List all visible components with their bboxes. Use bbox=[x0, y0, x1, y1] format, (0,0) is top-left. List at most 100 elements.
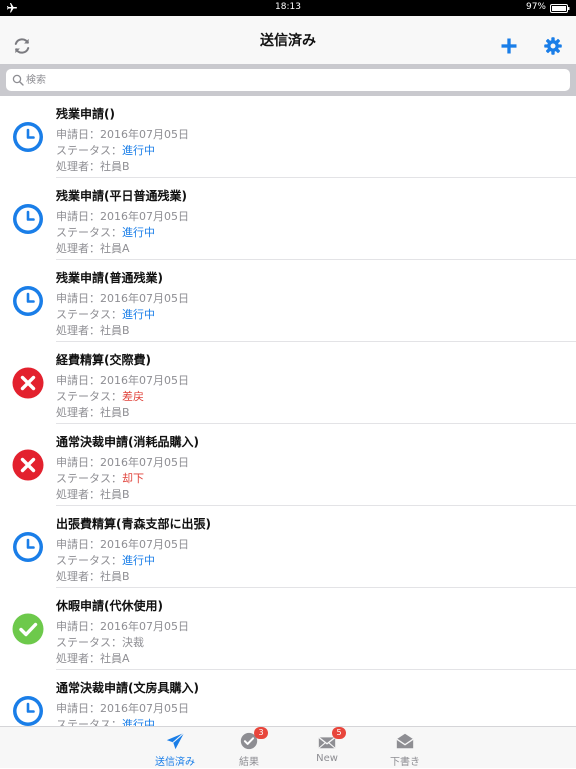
item-date: 申請日：2016年07月05日 bbox=[56, 618, 189, 634]
date-value: 2016年07月05日 bbox=[100, 128, 189, 141]
handler-label: 処理者： bbox=[56, 242, 100, 255]
status-time: 18:13 bbox=[275, 2, 301, 12]
date-value: 2016年07月05日 bbox=[100, 374, 189, 387]
handler-label: 処理者： bbox=[56, 324, 100, 337]
status-value: 却下 bbox=[122, 472, 144, 485]
date-label: 申請日： bbox=[56, 702, 100, 715]
handler-label: 処理者： bbox=[56, 570, 100, 583]
status-label: ステータス： bbox=[56, 226, 122, 239]
list-item[interactable]: 残業申請() 申請日：2016年07月05日 ステータス：進行中 処理者：社員B bbox=[0, 96, 576, 178]
clock-icon bbox=[13, 532, 43, 562]
item-handler: 処理者：社員B bbox=[56, 322, 130, 338]
rejected-x-icon bbox=[12, 449, 44, 481]
search-box[interactable] bbox=[6, 69, 570, 91]
item-date: 申請日：2016年07月05日 bbox=[56, 290, 189, 306]
date-value: 2016年07月05日 bbox=[100, 620, 189, 633]
item-status: ステータス：進行中 bbox=[56, 224, 155, 240]
status-value: 進行中 bbox=[122, 144, 155, 157]
tab-label: 送信済み bbox=[155, 757, 195, 768]
item-status: ステータス：進行中 bbox=[56, 306, 155, 322]
item-date: 申請日：2016年07月05日 bbox=[56, 700, 189, 716]
item-title: 通常決裁申請(文房具購入) bbox=[56, 681, 199, 695]
handler-label: 処理者： bbox=[56, 652, 100, 665]
item-handler: 処理者：社員A bbox=[56, 240, 130, 256]
handler-value: 社員B bbox=[100, 570, 130, 583]
item-handler: 処理者：社員B bbox=[56, 404, 130, 420]
date-value: 2016年07月05日 bbox=[100, 538, 189, 551]
clock-icon bbox=[13, 204, 43, 234]
item-handler: 処理者：社員B bbox=[56, 486, 130, 502]
results-badge: 3 bbox=[254, 727, 268, 739]
item-handler: 処理者：社員A bbox=[56, 650, 130, 666]
item-status: ステータス：進行中 bbox=[56, 142, 155, 158]
status-label: ステータス： bbox=[56, 718, 122, 726]
date-label: 申請日： bbox=[56, 456, 100, 469]
tab-sent[interactable]: 送信済み bbox=[140, 727, 210, 769]
item-date: 申請日：2016年07月05日 bbox=[56, 208, 189, 224]
list-item[interactable]: 残業申請(普通残業) 申請日：2016年07月05日 ステータス：進行中 処理者：社員… bbox=[0, 260, 576, 342]
item-date: 申請日：2016年07月05日 bbox=[56, 536, 189, 552]
item-title: 出張費精算(青森支部に出張) bbox=[56, 517, 211, 531]
sent-requests-list: 残業申請() 申請日：2016年07月05日 ステータス：進行中 処理者：社員B 残業申… bbox=[0, 96, 576, 726]
date-value: 2016年07月05日 bbox=[100, 210, 189, 223]
clock-icon bbox=[13, 286, 43, 316]
navigation-bar: 送信済み bbox=[0, 16, 576, 64]
status-label: ステータス： bbox=[56, 308, 122, 321]
list-item[interactable]: 通常決裁申請(消耗品購入) 申請日：2016年07月05日 ステータス：却下 処理者：… bbox=[0, 424, 576, 506]
list-item[interactable]: 出張費精算(青森支部に出張) 申請日：2016年07月05日 ステータス：進行中 処理… bbox=[0, 506, 576, 588]
date-label: 申請日： bbox=[56, 620, 100, 633]
list-item[interactable]: 休暇申請(代休使用) 申請日：2016年07月05日 ステータス：決裁 処理者：社員A bbox=[0, 588, 576, 670]
list-item[interactable]: 経費精算(交際費) 申請日：2016年07月05日 ステータス：差戻 処理者：社員B bbox=[0, 342, 576, 424]
item-handler: 処理者：社員B bbox=[56, 568, 130, 584]
handler-value: 社員B bbox=[100, 324, 130, 337]
handler-value: 社員B bbox=[100, 406, 130, 419]
date-value: 2016年07月05日 bbox=[100, 456, 189, 469]
item-title: 残業申請(平日普通残業) bbox=[56, 189, 187, 203]
item-title: 残業申請(普通残業) bbox=[56, 271, 163, 285]
handler-value: 社員B bbox=[100, 488, 130, 501]
list-item[interactable]: 残業申請(平日普通残業) 申請日：2016年07月05日 ステータス：進行中 処理者：… bbox=[0, 178, 576, 260]
item-status: ステータス：決裁 bbox=[56, 634, 144, 650]
date-label: 申請日： bbox=[56, 538, 100, 551]
status-value: 決裁 bbox=[122, 636, 144, 649]
status-label: ステータス： bbox=[56, 636, 122, 649]
item-status: ステータス：進行中 bbox=[56, 552, 155, 568]
date-label: 申請日： bbox=[56, 374, 100, 387]
gear-icon[interactable] bbox=[543, 36, 563, 56]
handler-label: 処理者： bbox=[56, 160, 100, 173]
status-value: 進行中 bbox=[122, 718, 155, 726]
date-value: 2016年07月05日 bbox=[100, 292, 189, 305]
date-label: 申請日： bbox=[56, 292, 100, 305]
handler-value: 社員B bbox=[100, 160, 130, 173]
item-title: 通常決裁申請(消耗品購入) bbox=[56, 435, 199, 449]
handler-label: 処理者： bbox=[56, 488, 100, 501]
date-label: 申請日： bbox=[56, 128, 100, 141]
status-label: ステータス： bbox=[56, 554, 122, 567]
item-status: ステータス：却下 bbox=[56, 470, 144, 486]
page-title: 送信済み bbox=[260, 33, 316, 49]
item-title: 残業申請() bbox=[56, 107, 115, 121]
search-input[interactable] bbox=[26, 71, 556, 89]
item-status: ステータス：進行中 bbox=[56, 716, 155, 726]
plus-icon[interactable] bbox=[499, 36, 519, 56]
approved-check-icon bbox=[12, 613, 44, 645]
send-icon bbox=[166, 732, 185, 750]
clock-icon bbox=[13, 122, 43, 152]
tab-new[interactable]: 5 New bbox=[292, 727, 362, 769]
item-date: 申請日：2016年07月05日 bbox=[56, 454, 189, 470]
item-handler: 処理者：社員B bbox=[56, 158, 130, 174]
status-value: 差戻 bbox=[122, 390, 144, 403]
item-status: ステータス：差戻 bbox=[56, 388, 144, 404]
status-label: ステータス： bbox=[56, 144, 122, 157]
rejected-x-icon bbox=[12, 367, 44, 399]
list-item[interactable]: 通常決裁申請(文房具購入) 申請日：2016年07月05日 ステータス：進行中 bbox=[0, 670, 576, 726]
status-bar: 18:13 97% bbox=[0, 0, 576, 16]
battery-icon bbox=[550, 4, 570, 13]
item-title: 休暇申請(代休使用) bbox=[56, 599, 163, 613]
handler-label: 処理者： bbox=[56, 406, 100, 419]
date-value: 2016年07月05日 bbox=[100, 702, 189, 715]
date-label: 申請日： bbox=[56, 210, 100, 223]
tab-drafts[interactable]: 下書き bbox=[370, 727, 440, 769]
tab-results[interactable]: 3 結果 bbox=[214, 727, 284, 769]
search-bar bbox=[0, 64, 576, 96]
